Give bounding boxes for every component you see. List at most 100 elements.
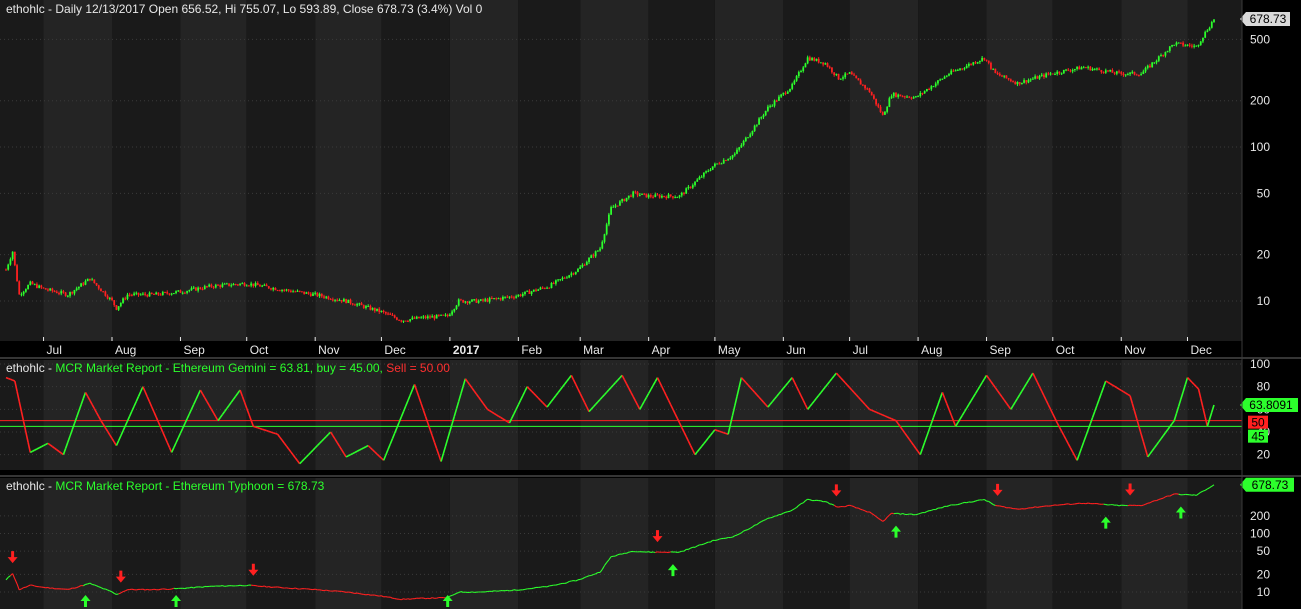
price-candle-body [846, 73, 849, 75]
price-candle-body [1038, 75, 1041, 79]
price-candle-body [864, 85, 866, 89]
gemini-line-segment [268, 430, 272, 433]
price-candle-body [559, 279, 562, 281]
price-candle-body [985, 59, 988, 61]
price-candle-body [457, 299, 460, 306]
typhoon-line-segment [655, 551, 658, 554]
price-x-tick-label: Aug [115, 343, 136, 357]
typhoon-line-segment [675, 551, 678, 553]
price-candle-body [66, 295, 69, 297]
price-candle-body [678, 195, 681, 197]
price-candle-body [652, 196, 654, 198]
price-candle-body [234, 284, 237, 286]
typhoon-line-segment [423, 597, 426, 600]
price-candle-body [248, 285, 250, 287]
gemini-line-segment [275, 432, 278, 436]
price-candle-body [51, 288, 54, 291]
price-candle-body [974, 62, 977, 64]
typhoon-line-segment [262, 585, 265, 588]
price-candle-body [1018, 82, 1021, 85]
price-candle-body [1047, 73, 1050, 75]
typhoon-y-tick-label: 100 [1250, 526, 1270, 540]
price-candle-body [1029, 79, 1032, 81]
price-candle-body [1166, 50, 1169, 53]
price-candle-body [884, 111, 886, 115]
typhoon-line-segment [920, 512, 923, 514]
price-candle-body [811, 58, 813, 61]
price-candle-body [1071, 69, 1074, 72]
price-candle-body [1175, 42, 1178, 45]
typhoon-line-segment [962, 501, 965, 504]
price-y-tick-label: 50 [1257, 186, 1271, 200]
price-candle-body [998, 73, 1001, 76]
typhoon-line-segment [668, 551, 671, 554]
price-candle-body [296, 290, 299, 292]
gemini-line-segment [32, 449, 36, 452]
price-candle-body [554, 280, 557, 284]
panel2-buy: buy = 45.00, [316, 361, 383, 375]
price-candle-body [700, 176, 703, 178]
typhoon-line-segment [122, 590, 126, 593]
price-candle-body [1056, 71, 1059, 75]
price-candle-body [274, 287, 277, 291]
price-candle-body [815, 58, 818, 61]
gemini-panel-month-band [315, 360, 382, 470]
typhoon-panel-month-band [180, 478, 247, 609]
price-y-tick-label: 10 [1257, 294, 1271, 308]
typhoon-line-segment [966, 501, 970, 504]
price-candle-body [897, 94, 900, 97]
price-candle-body [1091, 68, 1094, 71]
price-x-tick-label: Apr [652, 343, 671, 357]
price-candle-body [656, 194, 659, 196]
price-candle-body [497, 298, 500, 300]
price-candle-body [625, 197, 628, 202]
typhoon-y-tick-label: 200 [1250, 509, 1270, 523]
price-candle-body [351, 303, 354, 305]
typhoon-line-segment [292, 587, 296, 590]
typhoon-line-segment [1010, 507, 1014, 510]
price-panel-month-band [918, 0, 987, 341]
price-candle-body [641, 193, 643, 195]
price-candle-body [47, 289, 49, 291]
price-candle-body [292, 291, 294, 293]
gemini-panel-month-band [648, 360, 715, 470]
price-candle-body [1191, 45, 1193, 47]
price-candle-body [1025, 80, 1028, 83]
price-candle-body [212, 286, 215, 288]
price-candle-body [621, 199, 624, 202]
panel1-symbol: ethohlc [6, 2, 45, 16]
panel2-title: ethohlc - MCR Market Report - Ethereum G… [6, 361, 450, 375]
price-candle-body [592, 255, 595, 257]
gemini-line-segment [43, 443, 47, 447]
typhoon-line-segment [617, 553, 621, 556]
gemini-line-segment [261, 428, 265, 431]
price-candle-body [570, 273, 573, 276]
price-candle-body [934, 83, 937, 87]
gemini-line-segment [270, 431, 274, 434]
price-x-tick-label: May [718, 343, 741, 357]
price-candle-body [1135, 74, 1138, 76]
price-candle-body [95, 283, 98, 286]
price-candle-body [462, 299, 465, 303]
price-candle-body [384, 312, 387, 314]
price-candle-body [73, 290, 76, 294]
price-candle-body [771, 105, 774, 107]
price-candle-body [58, 293, 60, 295]
price-candle-body [24, 289, 27, 292]
price-candle-body [1043, 74, 1045, 78]
price-candle-body [948, 74, 950, 76]
typhoon-line-segment [374, 594, 378, 597]
price-candle-body [731, 155, 734, 158]
price-candle-body [80, 283, 82, 287]
price-candle-body [579, 266, 582, 269]
price-candle-body [616, 205, 619, 207]
price-candle-body [418, 316, 420, 319]
panel2-symbol: ethohlc [6, 361, 45, 375]
price-candle-body [168, 293, 171, 295]
price-candle-body [1078, 66, 1081, 70]
typhoon-panel-month-band [783, 478, 850, 609]
price-candle-body [636, 192, 639, 196]
price-candle-body [906, 96, 908, 98]
price-candle-body [649, 195, 652, 197]
price-candle-body [691, 185, 694, 188]
